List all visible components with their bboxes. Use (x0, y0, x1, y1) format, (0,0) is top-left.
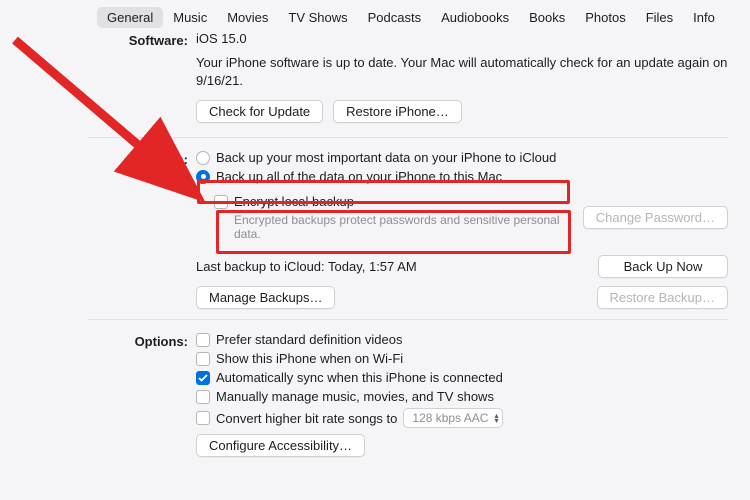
restore-iphone-button[interactable]: Restore iPhone… (333, 100, 462, 123)
change-password-button[interactable]: Change Password… (583, 206, 728, 229)
radio-icloud[interactable] (196, 151, 210, 165)
tabbar: General Music Movies TV Shows Podcasts A… (0, 0, 750, 31)
bitrate-select[interactable]: 128 kbps AAC ▴▾ (403, 408, 503, 428)
tab-general[interactable]: General (97, 7, 163, 28)
last-backup-text: Last backup to iCloud: Today, 1:57 AM (196, 259, 417, 274)
divider (88, 319, 728, 320)
checkbox-encrypt[interactable] (214, 195, 228, 209)
backups-section: Backups: Back up your most important dat… (0, 150, 728, 309)
radio-icloud-label: Back up your most important data on your… (216, 150, 556, 165)
checkbox-bitrate[interactable] (196, 411, 210, 425)
restore-backup-button[interactable]: Restore Backup… (597, 286, 729, 309)
options-section: Options: Prefer standard definition vide… (0, 332, 728, 461)
encrypt-label: Encrypt local backup (234, 194, 354, 209)
bitrate-label: Convert higher bit rate songs to (216, 411, 397, 426)
radio-thismac-label: Back up all of the data on your iPhone t… (216, 169, 502, 184)
software-label: Software: (0, 31, 196, 48)
software-version: iOS 15.0 (196, 31, 247, 46)
checkbox-manual[interactable] (196, 390, 210, 404)
tab-files[interactable]: Files (636, 7, 683, 28)
back-up-now-button[interactable]: Back Up Now (598, 255, 728, 278)
options-label: Options: (0, 332, 196, 349)
check-for-update-button[interactable]: Check for Update (196, 100, 323, 123)
tab-podcasts[interactable]: Podcasts (358, 7, 431, 28)
auto-sync-label: Automatically sync when this iPhone is c… (216, 370, 503, 385)
tab-audiobooks[interactable]: Audiobooks (431, 7, 519, 28)
manual-label: Manually manage music, movies, and TV sh… (216, 389, 494, 404)
software-status: Your iPhone software is up to date. Your… (196, 54, 728, 90)
encrypt-hint: Encrypted backups protect passwords and … (234, 213, 583, 241)
software-section: Software: iOS 15.0 Your iPhone software … (0, 31, 728, 127)
tab-tvshows[interactable]: TV Shows (278, 7, 357, 28)
tab-info[interactable]: Info (683, 7, 725, 28)
sd-video-label: Prefer standard definition videos (216, 332, 402, 347)
tab-movies[interactable]: Movies (217, 7, 278, 28)
checkbox-auto-sync[interactable] (196, 371, 210, 385)
checkbox-show-wifi[interactable] (196, 352, 210, 366)
tab-photos[interactable]: Photos (575, 7, 635, 28)
radio-thismac[interactable] (196, 170, 210, 184)
configure-accessibility-button[interactable]: Configure Accessibility… (196, 434, 365, 457)
tab-music[interactable]: Music (163, 7, 217, 28)
checkbox-sd-video[interactable] (196, 333, 210, 347)
divider (88, 137, 728, 138)
show-wifi-label: Show this iPhone when on Wi-Fi (216, 351, 403, 366)
manage-backups-button[interactable]: Manage Backups… (196, 286, 335, 309)
chevron-updown-icon: ▴▾ (494, 413, 498, 423)
bitrate-value: 128 kbps AAC (412, 411, 488, 425)
backups-label: Backups: (0, 150, 196, 167)
tab-books[interactable]: Books (519, 7, 575, 28)
